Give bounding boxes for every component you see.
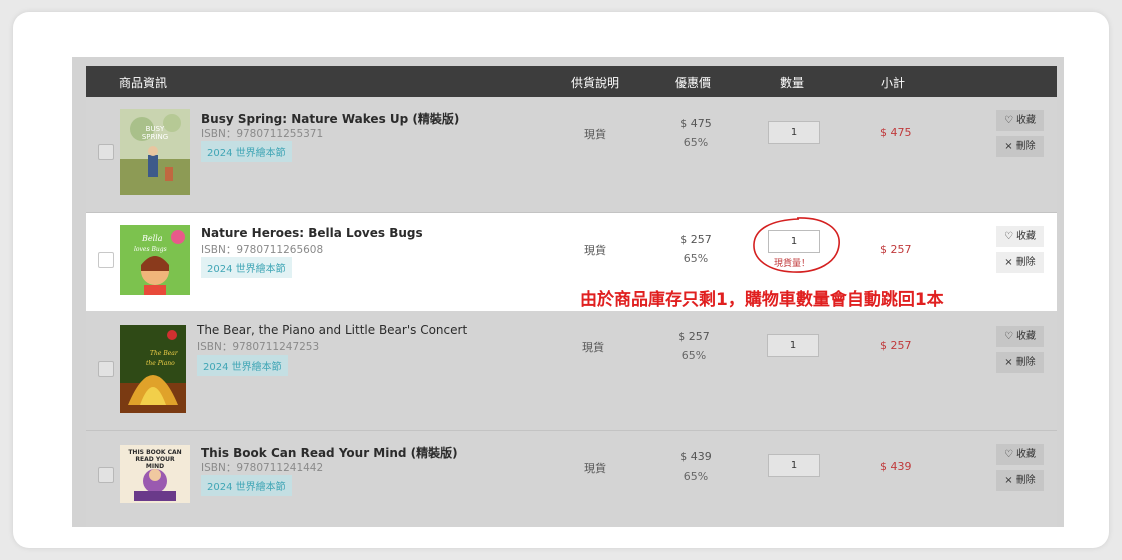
favorite-button[interactable]: ♡ 收藏	[996, 326, 1044, 347]
delete-label: 刪除	[1015, 475, 1036, 486]
header-sale-price: 優惠價	[675, 76, 712, 90]
item-select-checkbox[interactable]	[98, 252, 114, 268]
item-subtotal: $ 439	[880, 460, 912, 473]
delete-button[interactable]: × 刪除	[996, 470, 1044, 491]
sale-price: $ 439	[680, 450, 712, 463]
book-title[interactable]: Busy Spring: Nature Wakes Up (精裝版)	[201, 110, 459, 127]
header-quantity: 數量	[780, 76, 805, 90]
delete-button[interactable]: × 刪除	[996, 136, 1044, 157]
delete-button[interactable]: × 刪除	[996, 252, 1044, 273]
item-select-checkbox[interactable]	[98, 467, 114, 483]
cart-item-row: BUSY SPRING Busy Spring: Nature Wakes Up…	[86, 97, 1057, 213]
book-cover-busy-spring[interactable]: BUSY SPRING	[120, 109, 190, 195]
screenshot-card: 商品資訊 供貨說明 優惠價 數量 小計 BUSY SPRING Busy Spr…	[13, 12, 1109, 548]
stock-status: 現貨	[582, 341, 604, 354]
close-icon: ×	[1004, 141, 1013, 152]
close-icon: ×	[1004, 475, 1013, 486]
quantity-input[interactable]: 1	[768, 454, 820, 477]
favorite-label: 收藏	[1015, 115, 1036, 126]
discount-rate: 65%	[683, 252, 709, 265]
book-isbn: ISBN：9780711265608	[201, 244, 324, 256]
book-title[interactable]: This Book Can Read Your Mind (精裝版)	[201, 444, 458, 461]
svg-text:SPRING: SPRING	[142, 133, 168, 141]
cart-table-header: 商品資訊 供貨說明 優惠價 數量 小計	[86, 66, 1057, 97]
stock-status: 現貨	[584, 462, 606, 475]
stock-status: 現貨	[584, 244, 606, 257]
favorite-button[interactable]: ♡ 收藏	[996, 444, 1044, 465]
sale-price: $ 257	[678, 330, 710, 343]
item-select-checkbox[interactable]	[98, 361, 114, 377]
discount-rate: 65%	[681, 349, 707, 362]
sale-price: $ 475	[680, 117, 712, 130]
book-cover-read-your-mind[interactable]: THIS BOOK CAN READ YOUR MIND	[120, 445, 190, 503]
book-title[interactable]: Nature Heroes: Bella Loves Bugs	[201, 226, 423, 240]
book-title[interactable]: The Bear, the Piano and Little Bear's Co…	[197, 323, 467, 337]
close-icon: ×	[1004, 357, 1013, 368]
header-subtotal: 小計	[881, 76, 906, 90]
header-stock-note: 供貨說明	[571, 76, 620, 90]
item-subtotal: $ 257	[880, 339, 912, 352]
heart-icon: ♡	[1004, 449, 1013, 460]
item-subtotal: $ 475	[880, 126, 912, 139]
heart-icon: ♡	[1004, 231, 1013, 242]
book-isbn: ISBN：9780711255371	[201, 128, 324, 140]
event-tag[interactable]: 2024 世界繪本節	[201, 141, 292, 162]
favorite-button[interactable]: ♡ 收藏	[996, 226, 1044, 247]
favorite-label: 收藏	[1015, 449, 1036, 460]
favorite-label: 收藏	[1015, 331, 1036, 342]
svg-text:MIND: MIND	[146, 463, 164, 470]
book-cover-bella-loves-bugs[interactable]: Bella loves Bugs	[120, 225, 190, 295]
cart-item-row: THIS BOOK CAN READ YOUR MIND This Book C…	[86, 431, 1057, 527]
favorite-label: 收藏	[1015, 231, 1036, 242]
highlight-circle	[753, 217, 840, 273]
svg-text:BUSY: BUSY	[146, 125, 165, 133]
book-isbn: ISBN：9780711241442	[201, 462, 324, 474]
svg-text:Bella: Bella	[141, 234, 163, 243]
delete-label: 刪除	[1015, 357, 1036, 368]
heart-icon: ♡	[1004, 115, 1013, 126]
cart-panel: 商品資訊 供貨說明 優惠價 數量 小計 BUSY SPRING Busy Spr…	[72, 57, 1064, 527]
item-subtotal: $ 257	[880, 243, 912, 256]
svg-text:The Bear: The Bear	[150, 350, 179, 357]
event-tag[interactable]: 2024 世界繪本節	[197, 355, 288, 376]
svg-text:loves Bugs: loves Bugs	[134, 246, 167, 253]
discount-rate: 65%	[683, 470, 709, 483]
book-cover-bear-piano[interactable]: The Bear the Piano	[120, 325, 186, 413]
stock-status: 現貨	[584, 128, 606, 141]
svg-text:the Piano: the Piano	[146, 360, 175, 367]
annotation-note: 由於商品庫存只剩1，購物車數量會自動跳回1本	[580, 290, 944, 310]
delete-button[interactable]: × 刪除	[996, 352, 1044, 373]
favorite-button[interactable]: ♡ 收藏	[996, 110, 1044, 131]
item-select-checkbox[interactable]	[98, 144, 114, 160]
delete-label: 刪除	[1015, 257, 1036, 268]
book-isbn: ISBN：9780711247253	[197, 341, 320, 353]
header-product-info: 商品資訊	[119, 76, 168, 90]
heart-icon: ♡	[1004, 331, 1013, 342]
discount-rate: 65%	[683, 136, 709, 149]
sale-price: $ 257	[680, 233, 712, 246]
cart-item-row: The Bear the Piano The Bear, the Piano a…	[86, 311, 1057, 431]
event-tag[interactable]: 2024 世界繪本節	[201, 475, 292, 496]
close-icon: ×	[1004, 257, 1013, 268]
svg-text:READ YOUR: READ YOUR	[135, 456, 175, 463]
delete-label: 刪除	[1015, 141, 1036, 152]
quantity-input[interactable]: 1	[768, 121, 820, 144]
svg-text:THIS BOOK CAN: THIS BOOK CAN	[128, 449, 181, 456]
event-tag[interactable]: 2024 世界繪本節	[201, 257, 292, 278]
quantity-input[interactable]: 1	[767, 334, 819, 357]
